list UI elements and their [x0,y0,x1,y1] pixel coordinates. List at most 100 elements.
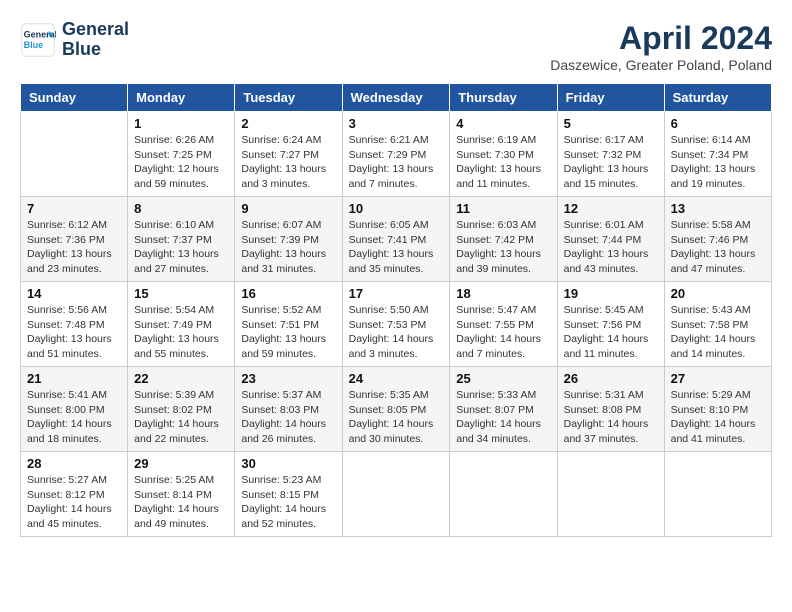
calendar-cell: 24 Sunrise: 5:35 AMSunset: 8:05 PMDayligh… [342,367,450,452]
day-number: 18 [456,286,550,301]
calendar-cell: 26 Sunrise: 5:31 AMSunset: 8:08 PMDayligh… [557,367,664,452]
day-number: 29 [134,456,228,471]
day-number: 2 [241,116,335,131]
calendar-cell: 27Sunrise: 5:29 AMSunset: 8:10 PMDayligh… [664,367,771,452]
day-info: Sunrise: 5:31 AMSunset: 8:08 PMDaylight:… [564,388,658,447]
day-number: 22 [134,371,228,386]
calendar-cell: 9 Sunrise: 6:07 AMSunset: 7:39 PMDaylight… [235,197,342,282]
day-number: 9 [241,201,335,216]
calendar-cell: 19 Sunrise: 5:45 AMSunset: 7:56 PMDayligh… [557,282,664,367]
day-number: 12 [564,201,658,216]
calendar-cell: 11 Sunrise: 6:03 AMSunset: 7:42 PMDayligh… [450,197,557,282]
day-number: 19 [564,286,658,301]
calendar-cell [450,452,557,537]
day-header-tuesday: Tuesday [235,84,342,112]
day-info: Sunrise: 5:37 AMSunset: 8:03 PMDaylight:… [241,388,335,447]
day-header-wednesday: Wednesday [342,84,450,112]
calendar-cell: 1 Sunrise: 6:26 AMSunset: 7:25 PMDaylight… [128,112,235,197]
calendar-cell: 4 Sunrise: 6:19 AMSunset: 7:30 PMDaylight… [450,112,557,197]
day-info: Sunrise: 6:14 AMSunset: 7:34 PMDaylight:… [671,133,765,192]
week-row-2: 7Sunrise: 6:12 AMSunset: 7:36 PMDaylight… [21,197,772,282]
day-header-monday: Monday [128,84,235,112]
week-row-3: 14Sunrise: 5:56 AMSunset: 7:48 PMDayligh… [21,282,772,367]
day-info: Sunrise: 5:52 AMSunset: 7:51 PMDaylight:… [241,303,335,362]
day-number: 6 [671,116,765,131]
calendar-cell [342,452,450,537]
day-info: Sunrise: 5:54 AMSunset: 7:49 PMDaylight:… [134,303,228,362]
day-info: Sunrise: 6:07 AMSunset: 7:39 PMDaylight:… [241,218,335,277]
logo: General Blue General Blue [20,20,129,60]
day-info: Sunrise: 5:43 AMSunset: 7:58 PMDaylight:… [671,303,765,362]
day-number: 16 [241,286,335,301]
day-info: Sunrise: 5:45 AMSunset: 7:56 PMDaylight:… [564,303,658,362]
svg-text:Blue: Blue [24,40,44,50]
calendar-cell: 17 Sunrise: 5:50 AMSunset: 7:53 PMDayligh… [342,282,450,367]
calendar-header-row: SundayMondayTuesdayWednesdayThursdayFrid… [21,84,772,112]
day-number: 5 [564,116,658,131]
day-info: Sunrise: 6:24 AMSunset: 7:27 PMDaylight:… [241,133,335,192]
day-number: 10 [349,201,444,216]
week-row-4: 21Sunrise: 5:41 AMSunset: 8:00 PMDayligh… [21,367,772,452]
calendar-cell: 22 Sunrise: 5:39 AMSunset: 8:02 PMDayligh… [128,367,235,452]
calendar-cell: 6 Sunrise: 6:14 AMSunset: 7:34 PMDaylight… [664,112,771,197]
day-info: Sunrise: 6:12 AMSunset: 7:36 PMDaylight:… [27,218,121,277]
day-header-friday: Friday [557,84,664,112]
day-info: Sunrise: 5:39 AMSunset: 8:02 PMDaylight:… [134,388,228,447]
day-info: Sunrise: 6:05 AMSunset: 7:41 PMDaylight:… [349,218,444,277]
day-number: 17 [349,286,444,301]
day-header-saturday: Saturday [664,84,771,112]
calendar-cell: 15 Sunrise: 5:54 AMSunset: 7:49 PMDayligh… [128,282,235,367]
day-number: 8 [134,201,228,216]
calendar-cell: 2 Sunrise: 6:24 AMSunset: 7:27 PMDaylight… [235,112,342,197]
day-info: Sunrise: 5:29 AMSunset: 8:10 PMDaylight:… [671,388,765,447]
calendar-cell: 29 Sunrise: 5:25 AMSunset: 8:14 PMDayligh… [128,452,235,537]
day-number: 20 [671,286,765,301]
page-header: General Blue General Blue April 2024 Das… [20,20,772,73]
day-number: 13 [671,201,765,216]
day-number: 15 [134,286,228,301]
day-number: 4 [456,116,550,131]
day-info: Sunrise: 6:19 AMSunset: 7:30 PMDaylight:… [456,133,550,192]
day-number: 24 [349,371,444,386]
day-info: Sunrise: 5:25 AMSunset: 8:14 PMDaylight:… [134,473,228,532]
calendar-cell: 21Sunrise: 5:41 AMSunset: 8:00 PMDayligh… [21,367,128,452]
calendar-cell: 5Sunrise: 6:17 AMSunset: 7:32 PMDaylight… [557,112,664,197]
calendar-cell: 20 Sunrise: 5:43 AMSunset: 7:58 PMDayligh… [664,282,771,367]
calendar-cell: 14Sunrise: 5:56 AMSunset: 7:48 PMDayligh… [21,282,128,367]
day-info: Sunrise: 5:41 AMSunset: 8:00 PMDaylight:… [27,388,121,447]
logo-text: General Blue [62,20,129,60]
day-number: 11 [456,201,550,216]
week-row-1: 1 Sunrise: 6:26 AMSunset: 7:25 PMDaylight… [21,112,772,197]
calendar-cell: 25Sunrise: 5:33 AMSunset: 8:07 PMDayligh… [450,367,557,452]
calendar-cell [664,452,771,537]
day-info: Sunrise: 5:35 AMSunset: 8:05 PMDaylight:… [349,388,444,447]
logo-icon: General Blue [20,22,56,58]
day-number: 1 [134,116,228,131]
day-info: Sunrise: 6:03 AMSunset: 7:42 PMDaylight:… [456,218,550,277]
day-header-thursday: Thursday [450,84,557,112]
day-info: Sunrise: 6:21 AMSunset: 7:29 PMDaylight:… [349,133,444,192]
week-row-5: 28 Sunrise: 5:27 AMSunset: 8:12 PMDayligh… [21,452,772,537]
calendar-cell: 28 Sunrise: 5:27 AMSunset: 8:12 PMDayligh… [21,452,128,537]
day-info: Sunrise: 5:50 AMSunset: 7:53 PMDaylight:… [349,303,444,362]
calendar-cell: 16 Sunrise: 5:52 AMSunset: 7:51 PMDayligh… [235,282,342,367]
day-info: Sunrise: 5:47 AMSunset: 7:55 PMDaylight:… [456,303,550,362]
calendar-cell: 10 Sunrise: 6:05 AMSunset: 7:41 PMDayligh… [342,197,450,282]
calendar-table: SundayMondayTuesdayWednesdayThursdayFrid… [20,83,772,537]
month-title: April 2024 [550,20,772,57]
day-number: 26 [564,371,658,386]
day-info: Sunrise: 5:33 AMSunset: 8:07 PMDaylight:… [456,388,550,447]
title-block: April 2024 Daszewice, Greater Poland, Po… [550,20,772,73]
day-info: Sunrise: 5:23 AMSunset: 8:15 PMDaylight:… [241,473,335,532]
calendar-cell: 23 Sunrise: 5:37 AMSunset: 8:03 PMDayligh… [235,367,342,452]
day-header-sunday: Sunday [21,84,128,112]
calendar-cell: 18 Sunrise: 5:47 AMSunset: 7:55 PMDayligh… [450,282,557,367]
calendar-cell: 3Sunrise: 6:21 AMSunset: 7:29 PMDaylight… [342,112,450,197]
day-info: Sunrise: 5:27 AMSunset: 8:12 PMDaylight:… [27,473,121,532]
day-number: 14 [27,286,121,301]
calendar-cell: 30Sunrise: 5:23 AMSunset: 8:15 PMDayligh… [235,452,342,537]
location: Daszewice, Greater Poland, Poland [550,57,772,73]
day-number: 28 [27,456,121,471]
day-info: Sunrise: 6:26 AMSunset: 7:25 PMDaylight:… [134,133,228,192]
day-number: 23 [241,371,335,386]
